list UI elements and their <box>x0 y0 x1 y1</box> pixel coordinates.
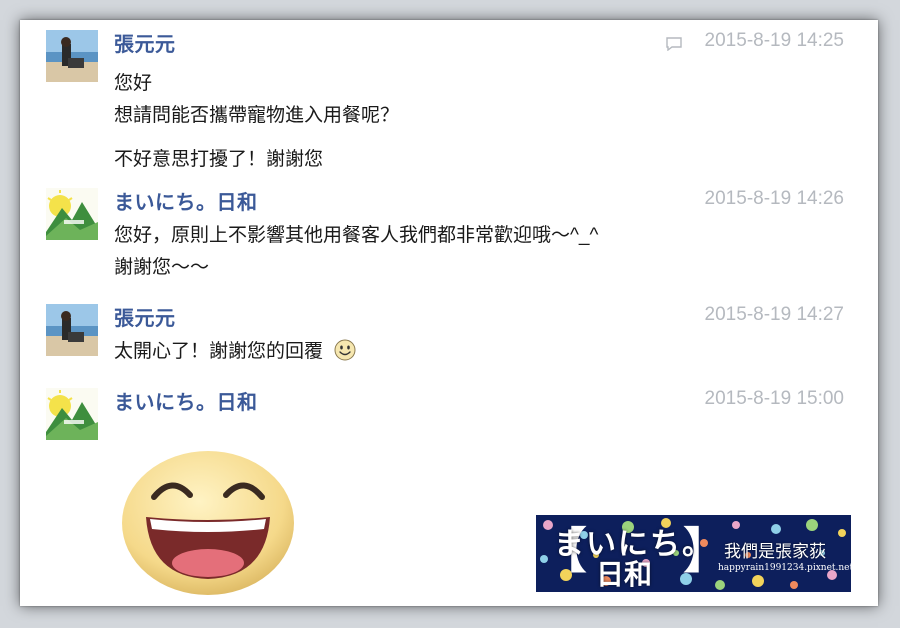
message-timestamp: 2015-8-19 14:26 <box>704 188 844 209</box>
message-text: 想請問能否攜帶寵物進入用餐呢？ <box>114 105 400 126</box>
message-text: 太開心了！謝謝您的回覆 <box>114 341 324 362</box>
message-text-row: 太開心了！謝謝您的回覆 <box>114 336 356 363</box>
message-thread: 張元元 2015-8-19 14:25 您好 想請問能否攜帶寵物進入用餐呢？ 不… <box>20 20 878 606</box>
chat-bubble-icon <box>666 37 682 51</box>
sender-name[interactable]: 張元元 <box>114 302 176 331</box>
banner-title-secondary: 日和 <box>596 558 653 591</box>
banner-url[interactable]: happyrain1991234.pixnet.net/blog <box>718 563 851 573</box>
avatar[interactable] <box>46 304 98 356</box>
message-timestamp: 2015-8-19 15:00 <box>704 388 844 409</box>
message-timestamp: 2015-8-19 14:27 <box>704 304 844 325</box>
big-laughing-sticker <box>122 451 294 595</box>
message-timestamp: 2015-8-19 14:25 <box>704 30 844 51</box>
banner-subtitle: 我們是張家荻 <box>724 542 826 562</box>
message-text: 謝謝您～～ <box>114 257 210 278</box>
sender-name[interactable]: 張元元 <box>114 28 176 57</box>
avatar[interactable] <box>46 30 98 82</box>
avatar[interactable] <box>46 388 98 440</box>
avatar[interactable] <box>46 188 98 240</box>
smiley-emoji-icon <box>334 339 356 361</box>
sender-name[interactable]: まいにち。日和 <box>114 186 258 215</box>
sender-name[interactable]: まいにち。日和 <box>114 386 258 415</box>
blog-banner[interactable]: 【 】 まいにち。 日和 我們是張家荻 happyrain1991234.pix… <box>536 515 851 592</box>
message-text: 您好 <box>114 73 153 94</box>
message-text: 不好意思打擾了！謝謝您 <box>114 149 324 170</box>
message-text: 您好，原則上不影響其他用餐客人我們都非常歡迎哦～^_^ <box>114 225 599 246</box>
